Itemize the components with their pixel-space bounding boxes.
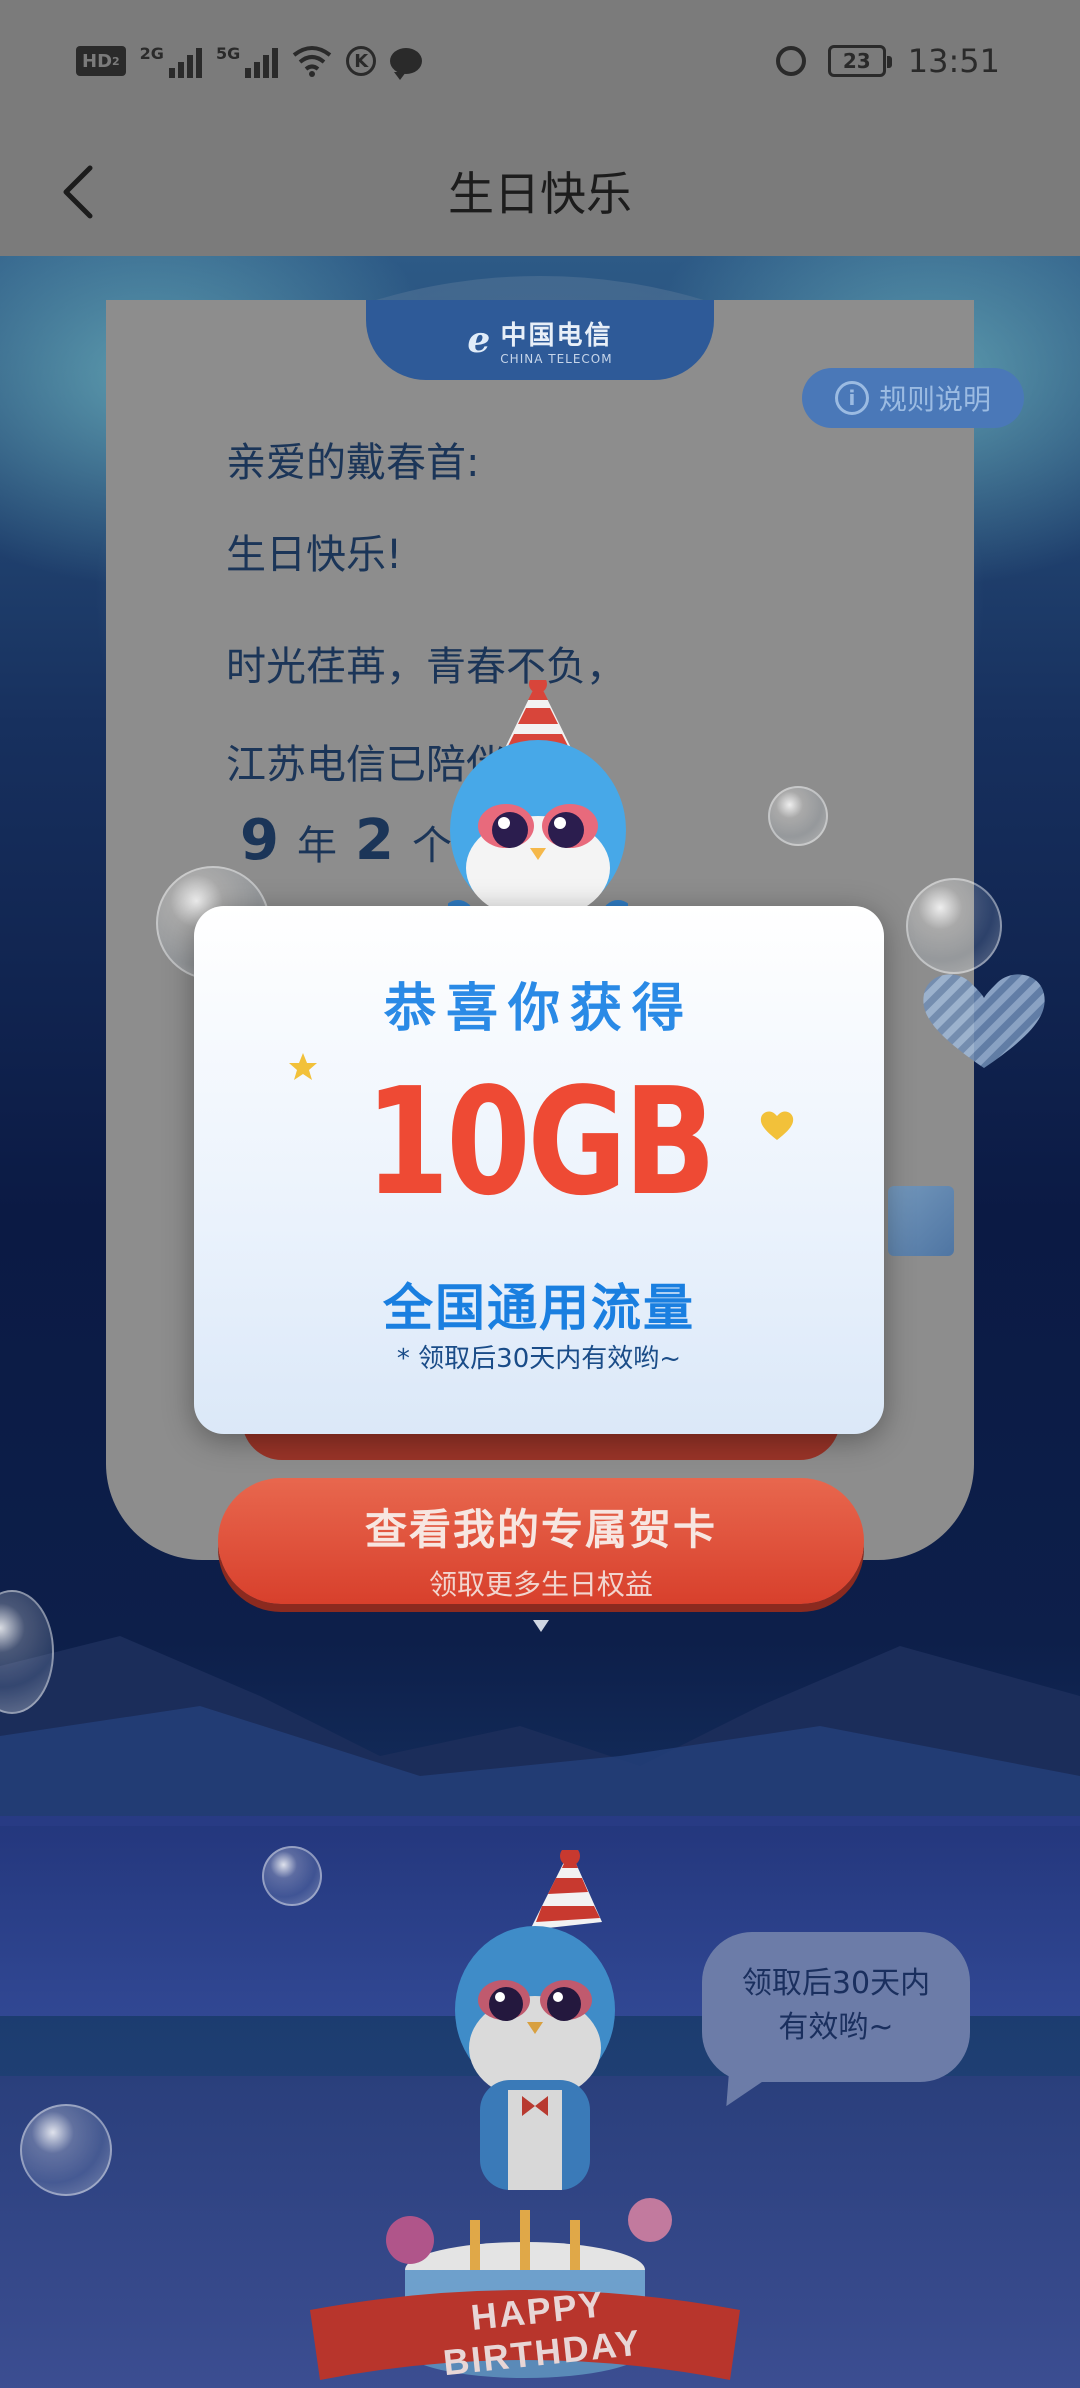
reward-type: 全国通用流量 [383, 1279, 695, 1337]
page-title: 生日快乐 [448, 167, 632, 221]
status-right: 23 13:51 [775, 42, 1000, 80]
battery-icon: 23 [827, 45, 892, 77]
telecom-wordmark: 中国电信 CHINA TELECOM [500, 315, 612, 366]
wifi-icon [292, 46, 332, 77]
telecom-name: 中国电信 [500, 320, 613, 351]
letter-wish: 生日快乐! [226, 532, 403, 578]
signal-5g-icon: 5G [216, 44, 279, 78]
app-header: 生日快乐 [0, 128, 1080, 256]
heart-icon [760, 1111, 794, 1140]
signal-2g-icon: 2G [140, 44, 202, 78]
info-icon: i [834, 381, 869, 415]
months-unit: 个 [411, 823, 452, 869]
telecom-logo-icon: ℯ [467, 319, 491, 361]
reward-popup: 恭喜你获得 10GB 全国通用流量 * 领取后30天内有效哟~ [194, 906, 884, 1434]
bubble-decoration [768, 786, 828, 846]
view-card-subtitle: 领取更多生日权益 [428, 1568, 653, 1601]
mascot-bird-bottom [455, 1850, 615, 2190]
years-unit: 年 [296, 823, 337, 869]
status-bar: HD 2 2G 5G K 23 13:51 [0, 0, 1080, 128]
mascot-bird-top [448, 680, 628, 930]
scroll-down-icon [533, 1620, 549, 1632]
clock: 13:51 [907, 42, 1000, 80]
tenure-text: 9 年 2 个 [240, 808, 452, 873]
bubble-decoration [20, 2104, 112, 2196]
bubble-decoration [262, 1846, 322, 1906]
message-icon [390, 48, 423, 80]
letter-greeting: 亲爱的戴春首: [226, 440, 480, 486]
speech-line-2: 有效哟~ [778, 2010, 894, 2045]
mountains [0, 1636, 1080, 1826]
years-number: 9 [240, 808, 279, 873]
telecom-en: CHINA TELECOM [500, 351, 613, 366]
view-card-button[interactable]: 查看我的专属贺卡 领取更多生日权益 [218, 1478, 864, 1604]
popup-title: 恭喜你获得 [383, 979, 694, 1039]
striped-heart-decoration [923, 974, 1045, 1068]
speech-line-1: 领取后30天内 [741, 1966, 931, 2001]
status-left: HD 2 2G 5G K [76, 44, 423, 80]
speech-bubble: 领取后30天内 有效哟~ [702, 1932, 970, 2082]
rules-label: 规则说明 [878, 383, 991, 416]
rules-button[interactable]: i 规则说明 [802, 368, 1024, 428]
reward-validity-note: * 领取后30天内有效哟~ [396, 1344, 682, 1374]
bubble-decoration [906, 878, 1002, 974]
months-number: 2 [354, 808, 394, 873]
reward-amount: 10GB [365, 1056, 716, 1228]
telecom-logo-tab: ℯ 中国电信 CHINA TELECOM [366, 300, 714, 380]
star-icon [289, 1053, 317, 1080]
view-card-title: 查看我的专属贺卡 [364, 1505, 717, 1554]
hd-icon: HD 2 [76, 46, 126, 76]
alarm-icon [775, 46, 806, 76]
k-app-icon: K [346, 46, 377, 76]
gift-decoration [888, 1186, 954, 1256]
